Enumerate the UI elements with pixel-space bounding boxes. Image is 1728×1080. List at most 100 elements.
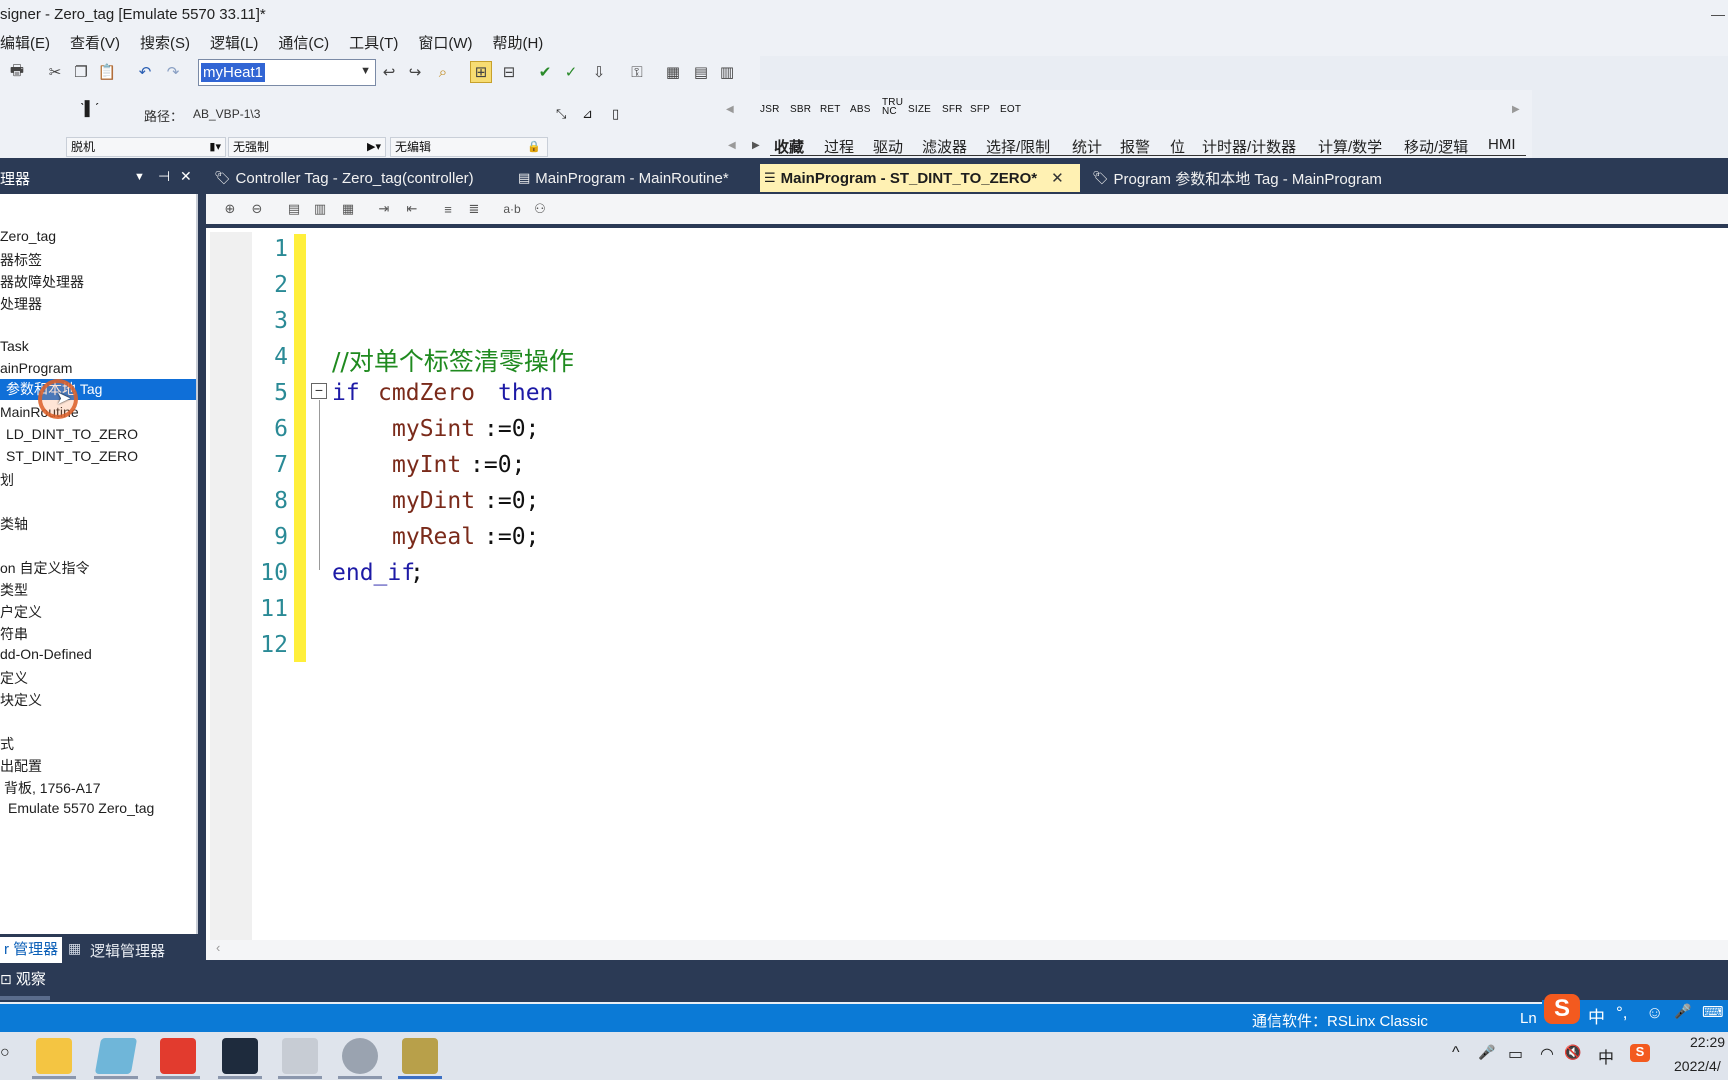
- notes-app-icon[interactable]: [94, 1038, 138, 1074]
- instr-sfr[interactable]: SFR: [942, 104, 963, 115]
- tree-item-main-program[interactable]: ainProgram: [0, 360, 72, 376]
- palette-tab-drives[interactable]: 驱动: [873, 136, 903, 157]
- instr-sbr[interactable]: SBR: [790, 104, 811, 115]
- run-mode-box[interactable]: 脱机 ▮▾: [66, 137, 226, 157]
- menu-logic[interactable]: 逻辑(L): [200, 32, 268, 53]
- find-replace-icon[interactable]: a·b: [502, 199, 522, 219]
- tree-view-icon[interactable]: ⊞: [470, 61, 492, 83]
- verify-routine-icon[interactable]: ✓: [560, 61, 582, 83]
- zoom-in-icon[interactable]: ⊕: [220, 199, 240, 219]
- tree-item-add-on-instructions[interactable]: on 自定义指令: [0, 558, 89, 578]
- download-icon[interactable]: ⇩: [588, 61, 610, 83]
- tree-item-powerup-handler[interactable]: 处理器: [0, 294, 42, 314]
- tree-item-controller-tags[interactable]: 器标签: [0, 250, 42, 270]
- structured-text-editor[interactable]: [206, 228, 1728, 940]
- tray-overflow-icon[interactable]: ^: [1452, 1044, 1460, 1062]
- instr-eot[interactable]: EOT: [1000, 104, 1021, 115]
- clock-time[interactable]: 22:29: [1690, 1034, 1725, 1050]
- palette-tab-process[interactable]: 过程: [824, 136, 854, 157]
- copy-icon[interactable]: ❐: [70, 61, 92, 83]
- instr-abs[interactable]: ABS: [850, 104, 871, 115]
- indent-icon[interactable]: ⇥: [374, 199, 394, 219]
- tree-item-unscheduled[interactable]: 划: [0, 470, 14, 490]
- instr-jsr[interactable]: JSR: [760, 104, 780, 115]
- zoom-out-icon[interactable]: ⊖: [247, 199, 267, 219]
- tree-item-fault-handler[interactable]: 器故障处理器: [0, 272, 84, 292]
- volume-muted-icon[interactable]: 🔇: [1564, 1044, 1581, 1061]
- clock-date[interactable]: 2022/4/: [1674, 1058, 1721, 1074]
- cursor-path-icon[interactable]: ⤡: [556, 106, 566, 122]
- ime-chinese-mode[interactable]: 中: [1588, 1003, 1605, 1028]
- ime-keyboard-icon[interactable]: ⌨: [1702, 1003, 1724, 1021]
- tree-item-strings[interactable]: 符串: [0, 624, 28, 644]
- ime-emoji-icon[interactable]: ☺: [1646, 1003, 1663, 1023]
- menu-help[interactable]: 帮助(H): [482, 32, 553, 53]
- menu-search[interactable]: 搜索(S): [130, 32, 200, 53]
- instr-ret[interactable]: RET: [820, 104, 841, 115]
- tab-controller-tag[interactable]: 🏷 Controller Tag - Zero_tag(controller): [210, 164, 506, 192]
- tree-item-data-types[interactable]: 类型: [0, 580, 28, 600]
- organizer-dropdown-icon[interactable]: ▼: [134, 171, 145, 183]
- palette-tab-select-limit[interactable]: 选择/限制: [986, 136, 1050, 157]
- menu-view[interactable]: 查看(V): [60, 32, 130, 53]
- cut-icon[interactable]: ✂: [44, 61, 66, 83]
- palette-tab-bit[interactable]: 位: [1170, 136, 1185, 157]
- find-icon[interactable]: ⌕: [432, 61, 454, 83]
- settings-gear-icon[interactable]: [342, 1038, 378, 1074]
- palette-scroll-left-icon[interactable]: ◀: [726, 104, 734, 115]
- comment-icon[interactable]: ≡: [438, 199, 458, 219]
- undo-icon[interactable]: ↶: [134, 61, 156, 83]
- palette-tab-hmi[interactable]: HMI: [1488, 136, 1516, 153]
- tab-main-routine[interactable]: ▤ MainProgram - MainRoutine*: [514, 164, 754, 192]
- insert-icon[interactable]: ▥: [310, 199, 330, 219]
- tab-st-dint-to-zero[interactable]: ☰ MainProgram - ST_DINT_TO_ZERO* ✕: [760, 164, 1080, 192]
- minimize-button[interactable]: —: [1708, 0, 1728, 28]
- outdent-icon[interactable]: ⇤: [402, 199, 422, 219]
- scroll-left-icon[interactable]: ‹: [216, 940, 220, 955]
- tab-controller-organizer[interactable]: r 管理器: [0, 937, 63, 963]
- ime-punctuation[interactable]: °,: [1616, 1003, 1628, 1023]
- palette-tab-timer-counter[interactable]: 计时器/计数器: [1202, 136, 1296, 157]
- tab-program-parameters[interactable]: 🏷 Program 参数和本地 Tag - MainProgram: [1088, 164, 1408, 192]
- palette-tab-move-logical[interactable]: 移动/逻辑: [1404, 136, 1468, 157]
- menu-edit[interactable]: 编辑(E): [0, 32, 60, 53]
- horizontal-scrollbar[interactable]: ‹: [206, 940, 1728, 960]
- tree-item-module-defined[interactable]: 块定义: [0, 690, 42, 710]
- emulator-icon[interactable]: [282, 1038, 318, 1074]
- tree-item-predefined[interactable]: 定义: [0, 668, 28, 688]
- instr-size[interactable]: SIZE: [908, 104, 931, 115]
- palette-tab-statistics[interactable]: 统计: [1072, 136, 1102, 157]
- force-status-box[interactable]: 无强制 ▶▾: [228, 137, 386, 157]
- browse-tags-icon[interactable]: ⚇: [530, 199, 550, 219]
- input-language-indicator[interactable]: 中: [1598, 1044, 1614, 1068]
- tree-item-main-task[interactable]: Task: [0, 338, 29, 354]
- tree-item-trends[interactable]: 式: [0, 734, 14, 754]
- tree-item-user-defined[interactable]: 户定义: [0, 602, 42, 622]
- path-value[interactable]: AB_VBP-1\3: [193, 107, 260, 121]
- structure-icon[interactable]: ▦: [338, 199, 358, 219]
- search-icon[interactable]: ○: [0, 1044, 10, 1062]
- tabs-scroll-right-icon[interactable]: ▶: [752, 140, 760, 151]
- tree-item-parameters-local-tags[interactable]: 参数和本地 Tag: [0, 379, 196, 400]
- hierarchy-icon[interactable]: ⊟: [498, 61, 520, 83]
- tree-item-controller[interactable]: Zero_tag: [0, 228, 56, 244]
- goto-back-icon[interactable]: ↩: [378, 61, 400, 83]
- chevron-down-icon[interactable]: ▼: [360, 65, 371, 77]
- tree-item-backplane[interactable]: 背板, 1756-A17: [4, 778, 101, 798]
- battery-icon[interactable]: ▭: [1508, 1044, 1523, 1064]
- tree-item-st-dint-to-zero[interactable]: ST_DINT_TO_ZERO: [6, 448, 138, 464]
- menu-tools[interactable]: 工具(T): [339, 32, 408, 53]
- document-icon[interactable]: ▤: [284, 199, 304, 219]
- studio5000-icon[interactable]: [402, 1038, 438, 1074]
- module-icon[interactable]: ▦: [662, 61, 684, 83]
- goto-forward-icon[interactable]: ↪: [404, 61, 426, 83]
- module-properties-icon[interactable]: ▥: [716, 61, 738, 83]
- print-icon[interactable]: 🖶: [6, 61, 28, 83]
- wifi-icon[interactable]: ◠: [1540, 1044, 1554, 1064]
- tabs-scroll-left-icon[interactable]: ◀: [728, 140, 736, 151]
- watch-tab[interactable]: ⊡ 观察: [0, 968, 46, 989]
- palette-scroll-right-icon[interactable]: ▶: [1512, 104, 1520, 115]
- collapse-toggle-icon[interactable]: −: [311, 383, 327, 399]
- palette-tab-favorites[interactable]: 收藏: [774, 136, 804, 157]
- ime-voice-icon[interactable]: 🎤: [1674, 1003, 1691, 1020]
